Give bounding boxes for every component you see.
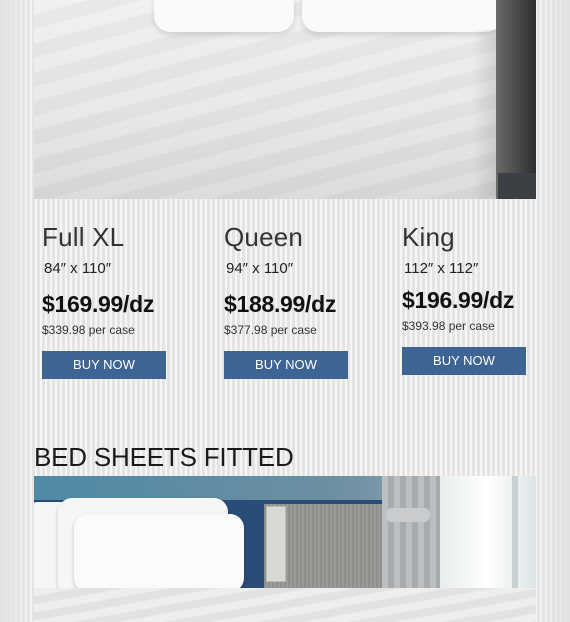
flat-sheet-bed-photo bbox=[34, 0, 536, 199]
product-size: 84″ x 110″ bbox=[44, 260, 112, 277]
product-name: Queen bbox=[224, 222, 304, 252]
fitted-sheet-shape bbox=[34, 588, 536, 622]
product-price: $196.99/dz bbox=[402, 287, 515, 313]
product-size: 94″ x 110″ bbox=[226, 260, 294, 277]
product-case-price: $393.98 per case bbox=[402, 319, 495, 333]
product-card-queen: Queen 94″ x 110″ $188.99/dz $377.98 per … bbox=[224, 222, 364, 379]
pillow-shape bbox=[154, 0, 294, 32]
product-price: $169.99/dz bbox=[42, 291, 155, 317]
left-edge-shade bbox=[0, 0, 34, 622]
product-card-full-xl: Full XL 84″ x 110″ $169.99/dz $339.98 pe… bbox=[42, 222, 182, 379]
product-card-king: King 112″ x 112″ $196.99/dz $393.98 per … bbox=[402, 222, 542, 375]
product-name: Full XL bbox=[42, 222, 125, 252]
product-case-price: $339.98 per case bbox=[42, 323, 135, 337]
product-size: 112″ x 112″ bbox=[404, 260, 479, 277]
product-price: $188.99/dz bbox=[224, 291, 337, 317]
buy-now-button-full-xl[interactable]: BUY NOW bbox=[42, 351, 166, 379]
curtain-tie-shape bbox=[386, 508, 430, 522]
pillow-shape bbox=[302, 0, 502, 32]
product-name: King bbox=[402, 222, 455, 252]
floor-shape bbox=[498, 173, 536, 199]
buy-now-button-queen[interactable]: BUY NOW bbox=[224, 351, 348, 379]
light-switch-panel bbox=[266, 506, 286, 582]
product-case-price: $377.98 per case bbox=[224, 323, 317, 337]
fitted-sheet-bed-photo bbox=[34, 476, 536, 622]
pillow-shape bbox=[74, 514, 244, 592]
headboard-shape bbox=[496, 0, 536, 199]
buy-now-button-king[interactable]: BUY NOW bbox=[402, 347, 526, 375]
section-title: BED SHEETS FITTED bbox=[34, 441, 294, 472]
